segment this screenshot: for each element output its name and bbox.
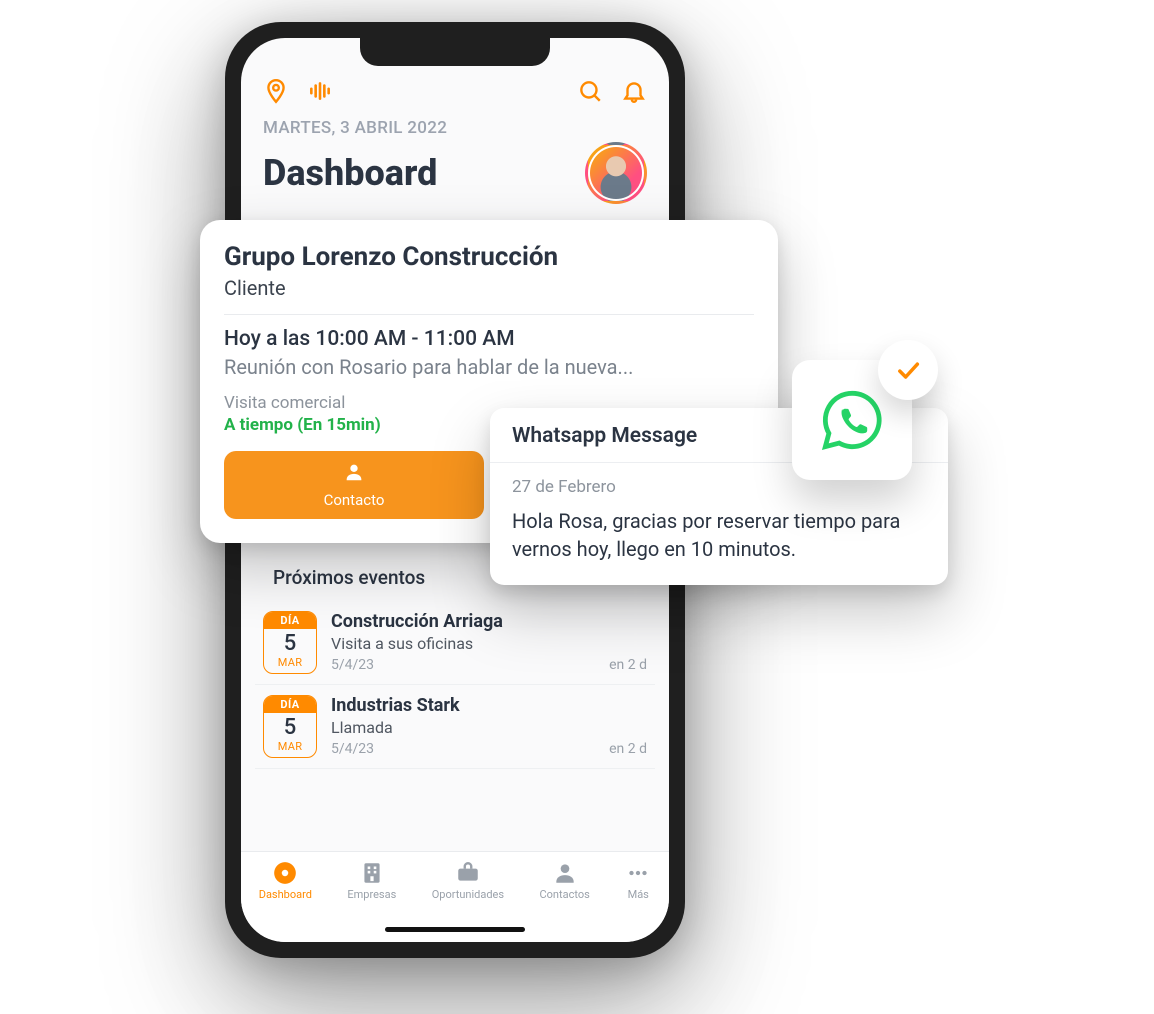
waveform-icon[interactable] xyxy=(307,78,333,104)
location-icon[interactable] xyxy=(263,78,289,104)
home-indicator xyxy=(385,927,525,932)
event-eta: en 2 d xyxy=(609,741,647,757)
search-icon[interactable] xyxy=(577,78,603,104)
page-title: Dashboard xyxy=(263,152,437,194)
contact-button[interactable]: Contacto xyxy=(224,451,484,519)
whatsapp-date: 27 de Febrero xyxy=(512,477,926,497)
event-subtitle: Visita a sus oficinas xyxy=(331,634,647,653)
avatar[interactable] xyxy=(585,142,647,204)
tab-oportunidades[interactable]: Oportunidades xyxy=(432,860,504,901)
tab-label: Oportunidades xyxy=(432,888,504,901)
date-badge-top: DÍA xyxy=(264,696,316,713)
event-title: Industrias Stark xyxy=(331,695,647,716)
bell-icon[interactable] xyxy=(621,78,647,104)
phone-notch xyxy=(360,38,550,66)
tab-contactos[interactable]: Contactos xyxy=(539,860,589,901)
tab-label: Más xyxy=(628,888,649,901)
contact-button-label: Contacto xyxy=(324,491,385,509)
divider xyxy=(224,314,754,315)
tab-label: Contactos xyxy=(539,888,589,901)
tab-empresas[interactable]: Empresas xyxy=(347,860,396,901)
date-badge: DÍA 5 MAR xyxy=(263,695,317,758)
date-badge-month: MAR xyxy=(264,740,316,757)
events-list: DÍA 5 MAR Construcción Arriaga Visita a … xyxy=(241,597,669,769)
tab-dashboard[interactable]: Dashboard xyxy=(259,860,312,901)
event-date: 5/4/23 xyxy=(331,657,374,673)
dashboard-header: MARTES, 3 ABRIL 2022 Dashboard xyxy=(241,110,669,206)
event-eta: en 2 d xyxy=(609,657,647,673)
date-badge-day: 5 xyxy=(264,629,316,656)
whatsapp-popover: Whatsapp Message 27 de Febrero Hola Rosa… xyxy=(490,408,948,585)
tab-label: Empresas xyxy=(347,888,396,901)
person-icon xyxy=(343,461,365,487)
check-icon xyxy=(878,340,938,400)
tab-label: Dashboard xyxy=(259,888,312,901)
event-item[interactable]: DÍA 5 MAR Construcción Arriaga Visita a … xyxy=(255,601,655,685)
event-item[interactable]: DÍA 5 MAR Industrias Stark Llamada 5/4/2… xyxy=(255,685,655,769)
event-description: Reunión con Rosario para hablar de la nu… xyxy=(224,355,754,379)
event-title: Construcción Arriaga xyxy=(331,611,647,632)
event-time: Hoy a las 10:00 AM - 11:00 AM xyxy=(224,327,754,351)
tab-mas[interactable]: Más xyxy=(625,860,651,901)
date-label: MARTES, 3 ABRIL 2022 xyxy=(263,118,647,138)
date-badge: DÍA 5 MAR xyxy=(263,611,317,674)
date-badge-month: MAR xyxy=(264,656,316,673)
company-name: Grupo Lorenzo Construcción xyxy=(224,242,754,272)
date-badge-day: 5 xyxy=(264,713,316,740)
event-subtitle: Llamada xyxy=(331,718,647,737)
whatsapp-body: Hola Rosa, gracias por reservar tiempo p… xyxy=(512,507,926,563)
date-badge-top: DÍA xyxy=(264,612,316,629)
company-relation: Cliente xyxy=(224,276,754,300)
event-date: 5/4/23 xyxy=(331,741,374,757)
